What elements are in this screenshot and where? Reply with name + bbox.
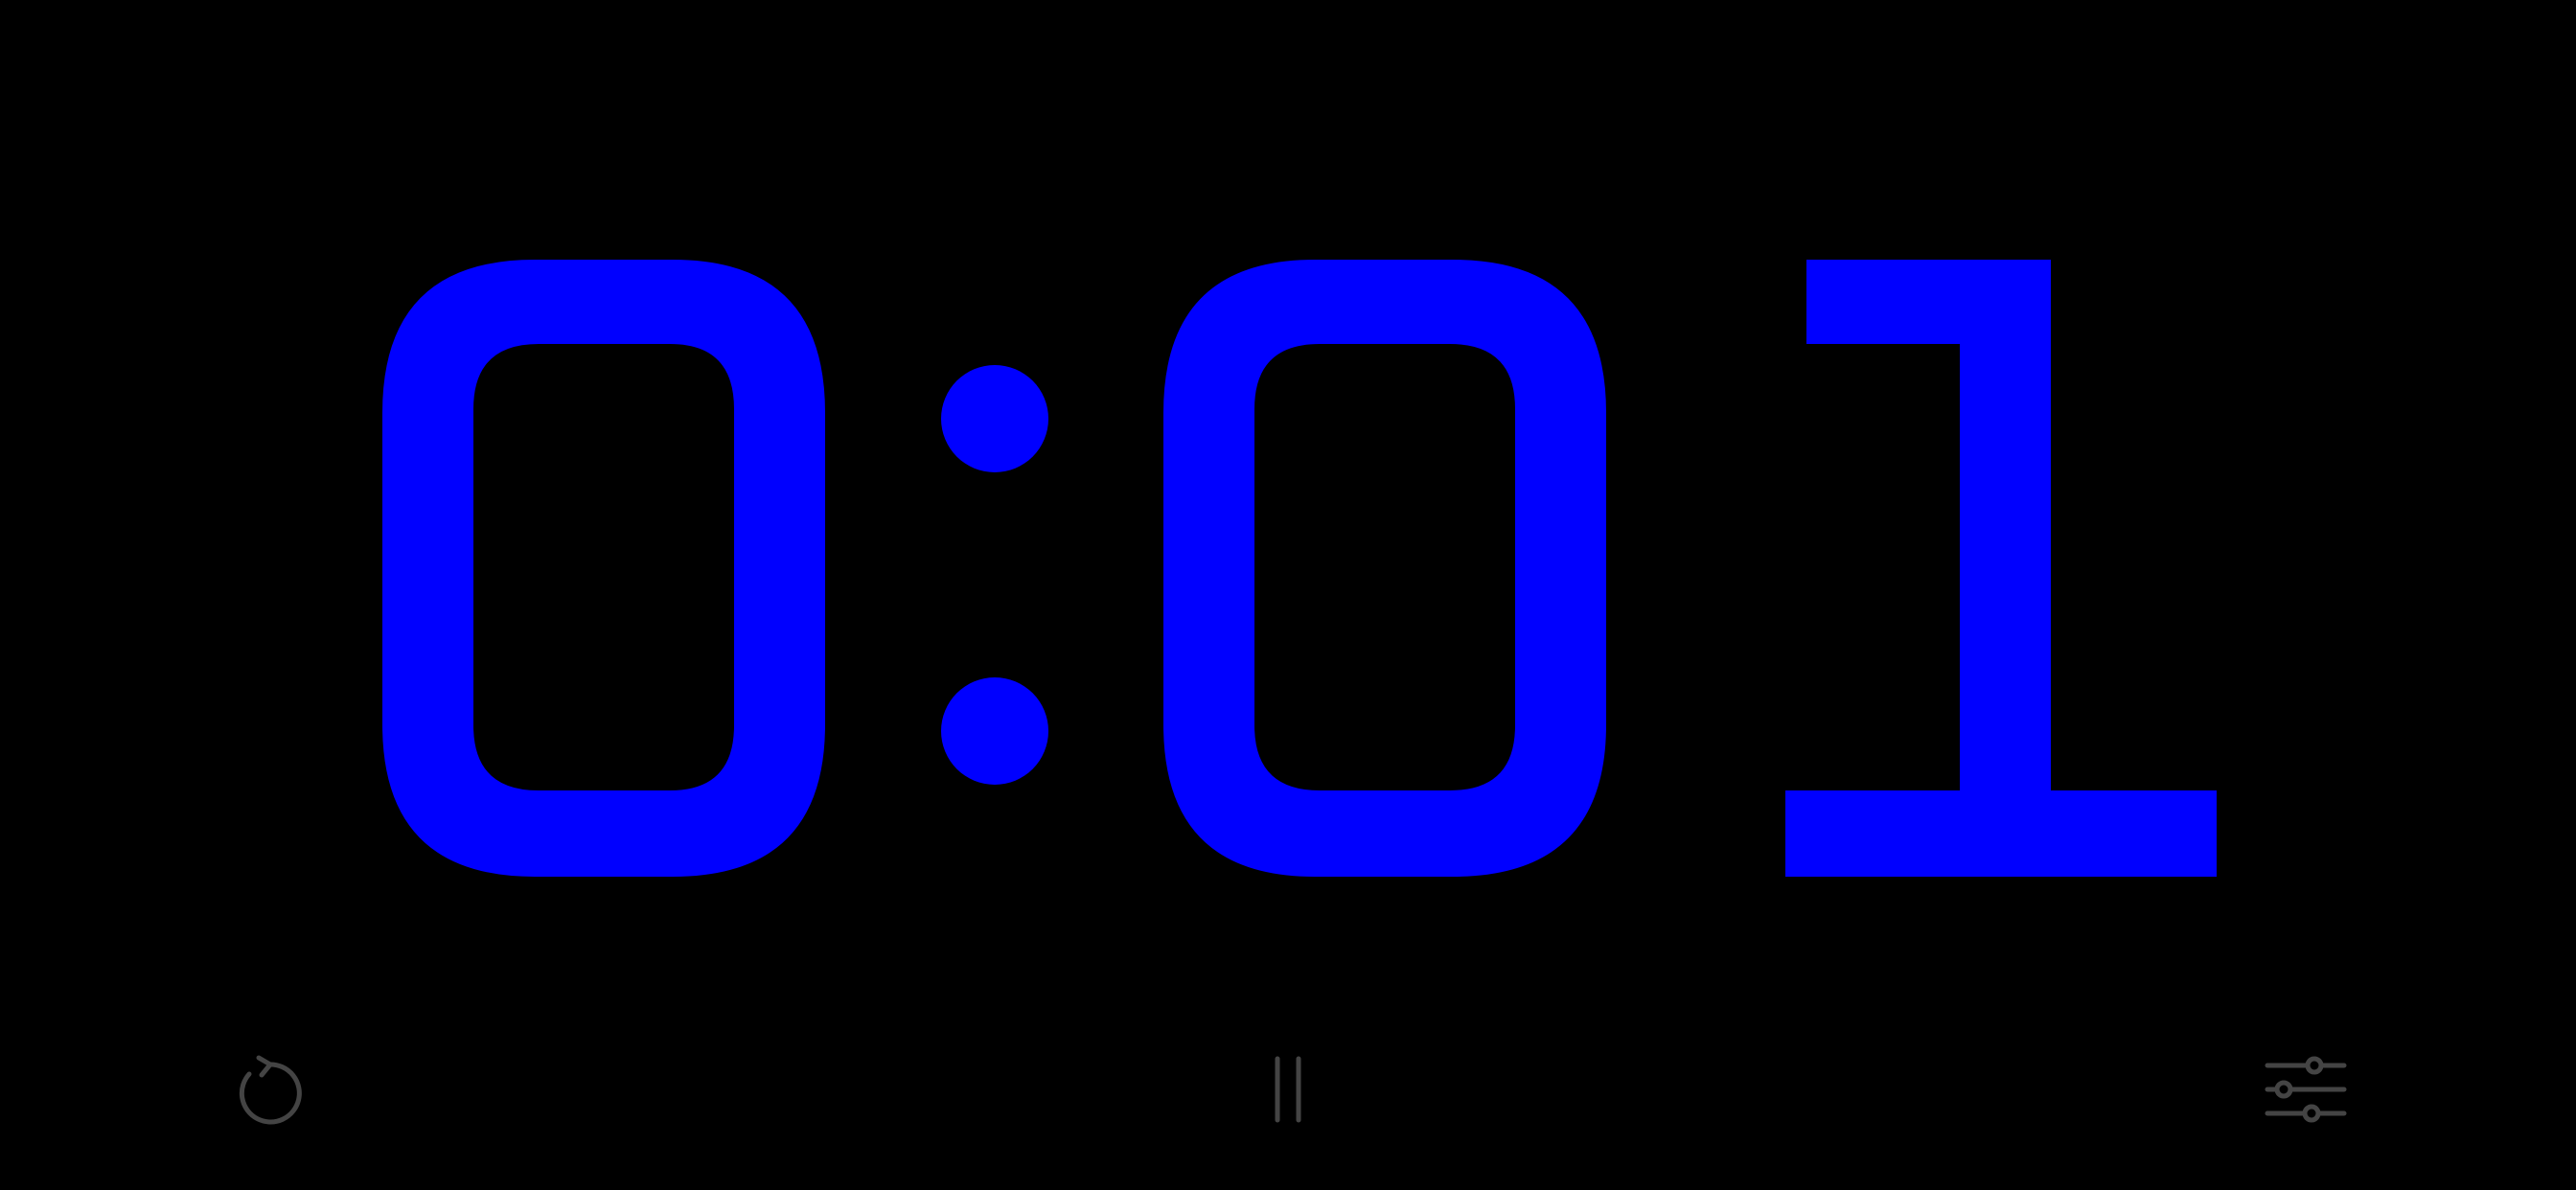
- timer-display: 0:01: [0, 0, 2576, 1190]
- timer-digits: [382, 260, 2217, 877]
- digit-seconds-tens: [1163, 260, 1606, 877]
- reset-icon: [239, 1055, 302, 1125]
- digit-seconds-ones: [1785, 260, 2217, 877]
- colon-dot-bottom: [941, 677, 1048, 785]
- sliders-icon: [2265, 1056, 2347, 1123]
- pause-icon: [1275, 1056, 1301, 1123]
- settings-button[interactable]: [2248, 1032, 2363, 1147]
- reset-button[interactable]: [213, 1032, 328, 1147]
- digit-minutes: [382, 260, 825, 877]
- pause-button[interactable]: [1230, 1032, 1346, 1147]
- colon-dot-top: [941, 365, 1048, 472]
